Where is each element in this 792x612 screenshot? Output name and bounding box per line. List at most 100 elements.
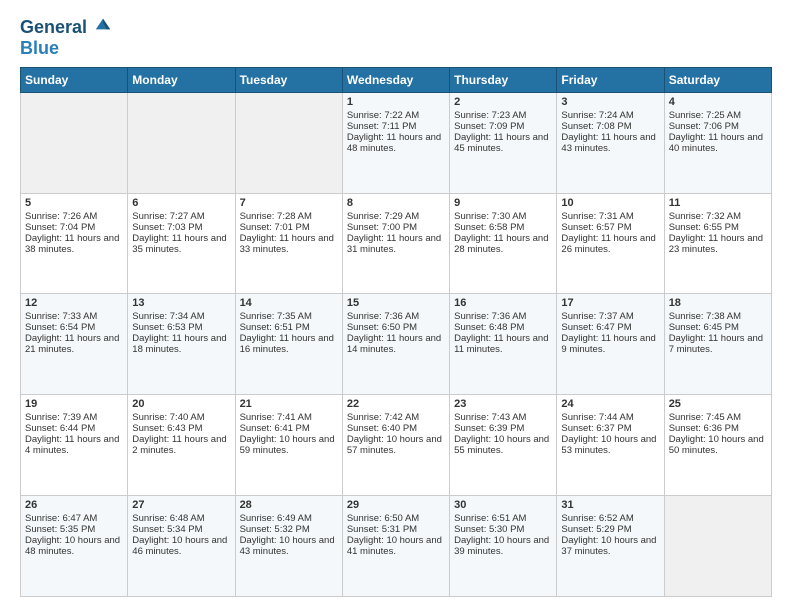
cell-text: Sunset: 6:41 PM [240,423,338,434]
cell-text: Daylight: 10 hours and 48 minutes. [25,535,123,557]
day-number: 17 [561,297,659,309]
cell-text: Daylight: 11 hours and 11 minutes. [454,333,552,355]
weekday-header-monday: Monday [128,67,235,92]
week-row-3: 12Sunrise: 7:33 AMSunset: 6:54 PMDayligh… [21,294,772,395]
cell-text: Sunrise: 6:47 AM [25,513,123,524]
calendar-cell: 9Sunrise: 7:30 AMSunset: 6:58 PMDaylight… [450,193,557,294]
day-number: 25 [669,398,767,410]
weekday-header-thursday: Thursday [450,67,557,92]
calendar-cell: 20Sunrise: 7:40 AMSunset: 6:43 PMDayligh… [128,395,235,496]
cell-text: Sunrise: 7:45 AM [669,412,767,423]
cell-text: Daylight: 11 hours and 23 minutes. [669,233,767,255]
week-row-4: 19Sunrise: 7:39 AMSunset: 6:44 PMDayligh… [21,395,772,496]
calendar-cell: 6Sunrise: 7:27 AMSunset: 7:03 PMDaylight… [128,193,235,294]
cell-text: Sunrise: 7:29 AM [347,211,445,222]
cell-text: Sunset: 6:47 PM [561,322,659,333]
cell-text: Sunset: 6:37 PM [561,423,659,434]
calendar-cell: 17Sunrise: 7:37 AMSunset: 6:47 PMDayligh… [557,294,664,395]
cell-text: Sunset: 7:01 PM [240,222,338,233]
cell-text: Sunrise: 7:40 AM [132,412,230,423]
cell-text: Daylight: 10 hours and 39 minutes. [454,535,552,557]
calendar-cell: 22Sunrise: 7:42 AMSunset: 6:40 PMDayligh… [342,395,449,496]
day-number: 5 [25,197,123,209]
cell-text: Sunset: 6:43 PM [132,423,230,434]
calendar-cell: 16Sunrise: 7:36 AMSunset: 6:48 PMDayligh… [450,294,557,395]
calendar-cell: 30Sunrise: 6:51 AMSunset: 5:30 PMDayligh… [450,496,557,597]
calendar-cell: 19Sunrise: 7:39 AMSunset: 6:44 PMDayligh… [21,395,128,496]
cell-text: Daylight: 11 hours and 43 minutes. [561,132,659,154]
day-number: 20 [132,398,230,410]
cell-text: Sunset: 6:39 PM [454,423,552,434]
day-number: 22 [347,398,445,410]
day-number: 24 [561,398,659,410]
day-number: 2 [454,96,552,108]
calendar-cell: 27Sunrise: 6:48 AMSunset: 5:34 PMDayligh… [128,496,235,597]
calendar-cell: 5Sunrise: 7:26 AMSunset: 7:04 PMDaylight… [21,193,128,294]
week-row-2: 5Sunrise: 7:26 AMSunset: 7:04 PMDaylight… [21,193,772,294]
cell-text: Daylight: 10 hours and 57 minutes. [347,434,445,456]
cell-text: Daylight: 10 hours and 55 minutes. [454,434,552,456]
day-number: 8 [347,197,445,209]
day-number: 10 [561,197,659,209]
weekday-header-sunday: Sunday [21,67,128,92]
day-number: 21 [240,398,338,410]
cell-text: Sunrise: 7:32 AM [669,211,767,222]
cell-text: Daylight: 11 hours and 33 minutes. [240,233,338,255]
weekday-header-wednesday: Wednesday [342,67,449,92]
calendar-cell: 21Sunrise: 7:41 AMSunset: 6:41 PMDayligh… [235,395,342,496]
cell-text: Sunrise: 7:38 AM [669,311,767,322]
day-number: 31 [561,499,659,511]
weekday-header-friday: Friday [557,67,664,92]
page: General Blue SundayMondayTuesdayWednesda… [0,0,792,612]
cell-text: Sunset: 6:58 PM [454,222,552,233]
logo-text: General [20,15,112,38]
week-row-5: 26Sunrise: 6:47 AMSunset: 5:35 PMDayligh… [21,496,772,597]
calendar-cell: 11Sunrise: 7:32 AMSunset: 6:55 PMDayligh… [664,193,771,294]
cell-text: Sunrise: 7:30 AM [454,211,552,222]
logo-blue: Blue [20,38,112,59]
cell-text: Sunset: 6:40 PM [347,423,445,434]
logo-icon [94,15,112,33]
cell-text: Sunrise: 7:34 AM [132,311,230,322]
calendar-cell [235,92,342,193]
cell-text: Sunrise: 7:26 AM [25,211,123,222]
calendar-cell: 12Sunrise: 7:33 AMSunset: 6:54 PMDayligh… [21,294,128,395]
day-number: 11 [669,197,767,209]
cell-text: Sunset: 5:35 PM [25,524,123,535]
calendar-cell: 23 Sunrise: 7:43 AMSunset: 6:39 PMDayligh… [450,395,557,496]
day-number: 19 [25,398,123,410]
cell-text: Sunrise: 7:28 AM [240,211,338,222]
cell-text: Sunset: 7:06 PM [669,121,767,132]
calendar-cell: 1Sunrise: 7:22 AMSunset: 7:11 PMDaylight… [342,92,449,193]
calendar-cell [128,92,235,193]
cell-text: Sunset: 6:50 PM [347,322,445,333]
cell-text: Sunset: 6:53 PM [132,322,230,333]
cell-text: Daylight: 11 hours and 35 minutes. [132,233,230,255]
calendar-cell: 31Sunrise: 6:52 AMSunset: 5:29 PMDayligh… [557,496,664,597]
day-number: 14 [240,297,338,309]
cell-text: Sunrise: 6:50 AM [347,513,445,524]
day-number: 26 [25,499,123,511]
cell-text: Sunrise: 7:43 AM [454,412,552,423]
weekday-header-saturday: Saturday [664,67,771,92]
calendar-cell: 8Sunrise: 7:29 AMSunset: 7:00 PMDaylight… [342,193,449,294]
logo: General Blue [20,15,112,59]
cell-text: Daylight: 10 hours and 41 minutes. [347,535,445,557]
cell-text: Sunset: 5:30 PM [454,524,552,535]
day-number: 6 [132,197,230,209]
weekday-header-tuesday: Tuesday [235,67,342,92]
cell-text: Daylight: 11 hours and 26 minutes. [561,233,659,255]
cell-text: Sunrise: 7:27 AM [132,211,230,222]
cell-text: Daylight: 10 hours and 46 minutes. [132,535,230,557]
calendar-cell: 26 Sunrise: 6:47 AMSunset: 5:35 PMDayligh… [21,496,128,597]
day-number: 23 [454,398,552,410]
calendar-cell: 4Sunrise: 7:25 AMSunset: 7:06 PMDaylight… [664,92,771,193]
cell-text: Sunrise: 7:44 AM [561,412,659,423]
cell-text: Sunset: 5:32 PM [240,524,338,535]
cell-text: Sunset: 6:57 PM [561,222,659,233]
cell-text: Sunrise: 6:51 AM [454,513,552,524]
day-number: 13 [132,297,230,309]
cell-text: Sunset: 7:09 PM [454,121,552,132]
day-number: 27 [132,499,230,511]
cell-text: Sunrise: 7:37 AM [561,311,659,322]
